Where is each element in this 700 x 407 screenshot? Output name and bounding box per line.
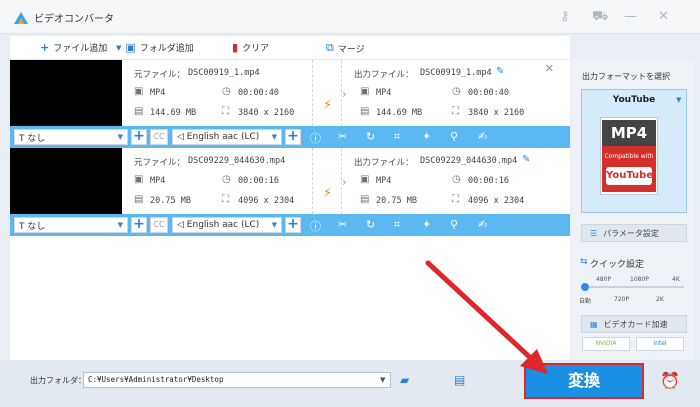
red-arrow-annotation	[425, 260, 548, 374]
